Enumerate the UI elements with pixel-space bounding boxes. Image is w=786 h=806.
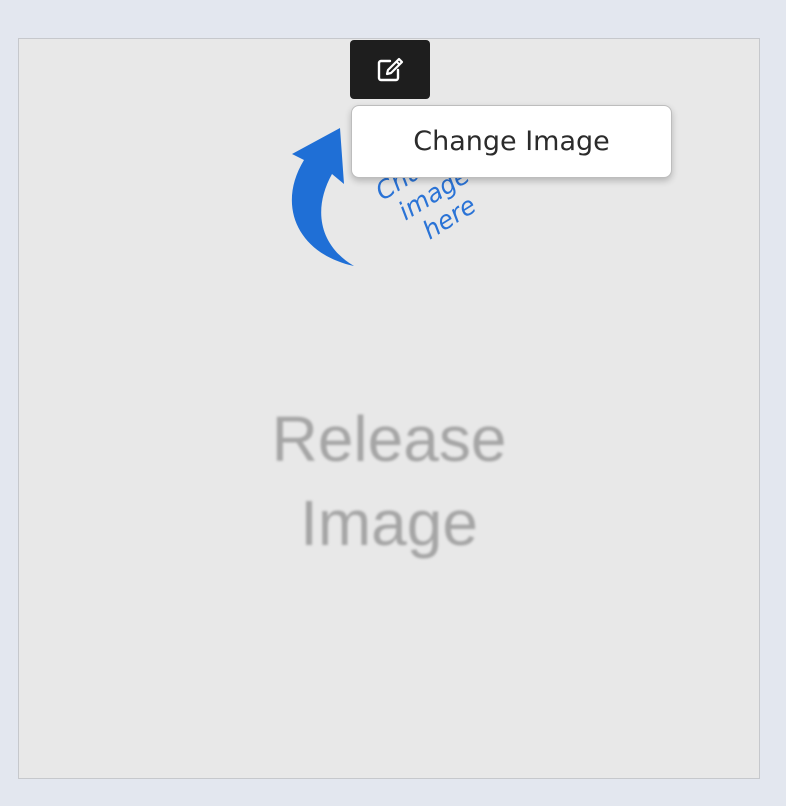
page: Release Image Change image here Change I… <box>0 0 786 806</box>
placeholder-line-1: Release <box>271 403 507 475</box>
change-image-menu: Change Image <box>351 105 672 178</box>
placeholder-label: Release Image <box>19 397 759 565</box>
change-image-menu-item[interactable]: Change Image <box>352 106 671 177</box>
placeholder-line-2: Image <box>300 487 478 559</box>
edit-icon <box>377 57 404 81</box>
edit-image-button[interactable] <box>350 40 430 99</box>
